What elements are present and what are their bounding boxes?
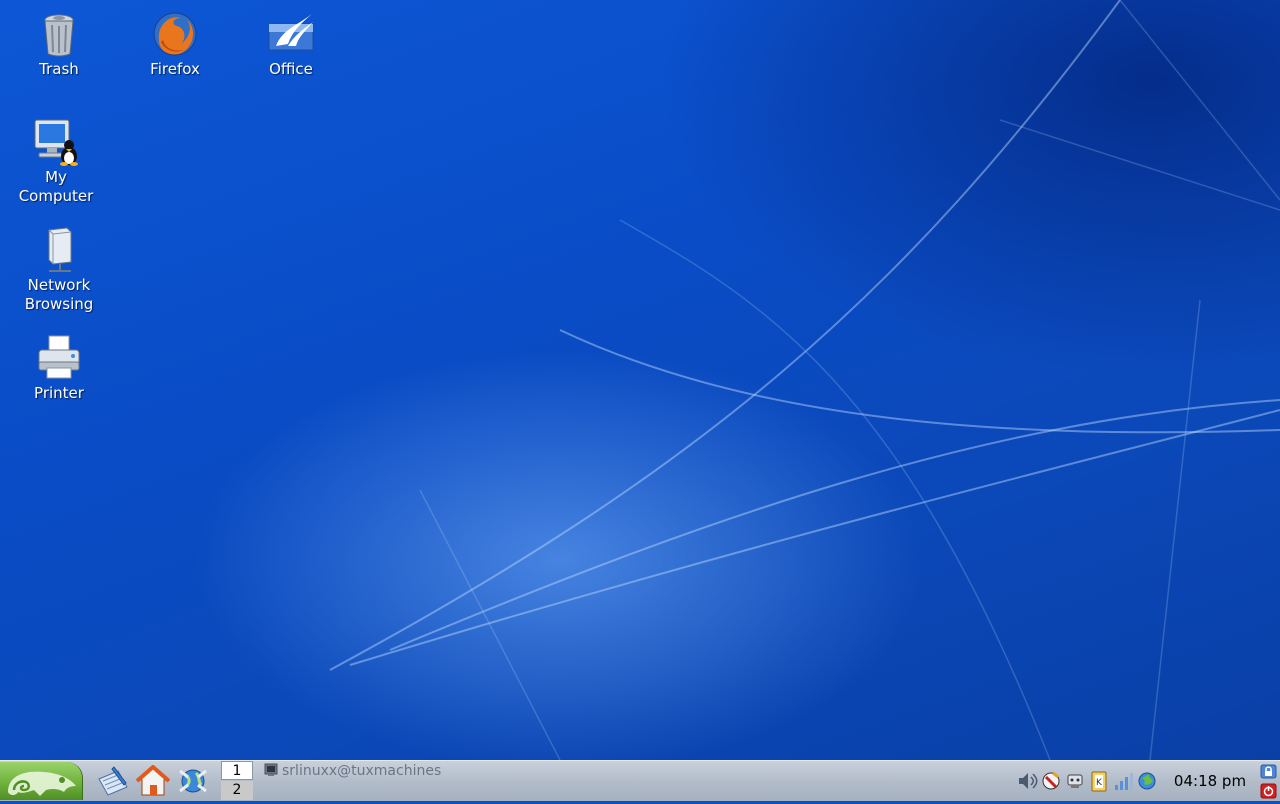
updater-icon — [1042, 771, 1060, 790]
trash-icon — [44, 14, 74, 57]
start-menu-button[interactable] — [0, 762, 83, 800]
firefox-desktop-icon[interactable]: Firefox — [125, 10, 225, 79]
pager-desktop-2[interactable]: 2 — [221, 781, 253, 800]
home-folder-icon — [135, 764, 171, 796]
terminal-icon — [264, 763, 278, 776]
pager-desktop-1[interactable]: 1 — [221, 761, 253, 780]
signal-strength-icon — [1115, 773, 1133, 790]
printer-icon — [38, 335, 80, 379]
taskbar-window-button[interactable]: srlinuxx@tuxmachines — [264, 763, 459, 779]
computer-icon — [34, 119, 78, 166]
globe-icon — [1138, 772, 1156, 790]
icon-label: Browsing — [24, 295, 94, 313]
home-folder-launcher[interactable] — [135, 764, 171, 797]
wallpaper-swooshes — [329, 0, 1280, 760]
taskbar: 1 2 srlinuxx@tuxmachines K 04:18 pm — [0, 760, 1280, 801]
icon-label: Computer — [18, 187, 94, 205]
web-browser-launcher[interactable] — [176, 765, 210, 797]
network-manager-icon — [1067, 774, 1083, 788]
network-icon — [48, 227, 72, 272]
web-browser-icon — [179, 769, 207, 793]
volume-tray-button[interactable] — [1016, 769, 1038, 793]
lock-screen-icon — [1260, 764, 1277, 779]
globe-tray-button[interactable] — [1136, 769, 1158, 793]
firefox-icon — [153, 12, 197, 56]
updater-tray-button[interactable] — [1040, 769, 1062, 793]
lock-screen-button[interactable] — [1260, 764, 1277, 779]
volume-icon — [1019, 773, 1038, 789]
logout-button[interactable] — [1260, 783, 1277, 799]
trash-desktop-icon[interactable]: Trash — [9, 10, 109, 79]
taskbar-window-label: srlinuxx@tuxmachines — [282, 763, 442, 779]
logout-icon — [1260, 783, 1277, 799]
icon-label: Printer — [34, 384, 84, 402]
suse-chameleon-icon — [8, 771, 76, 796]
office-icon — [268, 14, 314, 51]
text-editor-icon — [98, 766, 128, 796]
text-editor-launcher[interactable] — [96, 765, 130, 797]
icon-label: Trash — [39, 60, 79, 78]
office-desktop-icon[interactable]: Office — [241, 10, 341, 79]
clipboard-icon: K — [1091, 771, 1107, 792]
clipboard-tray-button[interactable]: K — [1088, 769, 1110, 793]
desktop[interactable]: Trash Firefox Office My Computer Network… — [0, 0, 1280, 760]
icon-label: Office — [269, 60, 313, 78]
network-browsing-desktop-icon[interactable]: Network Browsing — [9, 226, 109, 314]
network-manager-tray-button[interactable] — [1064, 769, 1086, 793]
icon-label: My — [45, 168, 67, 186]
printer-desktop-icon[interactable]: Printer — [9, 334, 109, 403]
clock[interactable]: 04:18 pm — [1170, 771, 1250, 791]
icon-label: Firefox — [150, 60, 200, 78]
my-computer-desktop-icon[interactable]: My Computer — [6, 118, 106, 206]
desktop-pager: 1 2 — [221, 761, 253, 801]
signal-tray-button[interactable] — [1112, 769, 1134, 793]
icon-label: Network — [27, 276, 91, 294]
